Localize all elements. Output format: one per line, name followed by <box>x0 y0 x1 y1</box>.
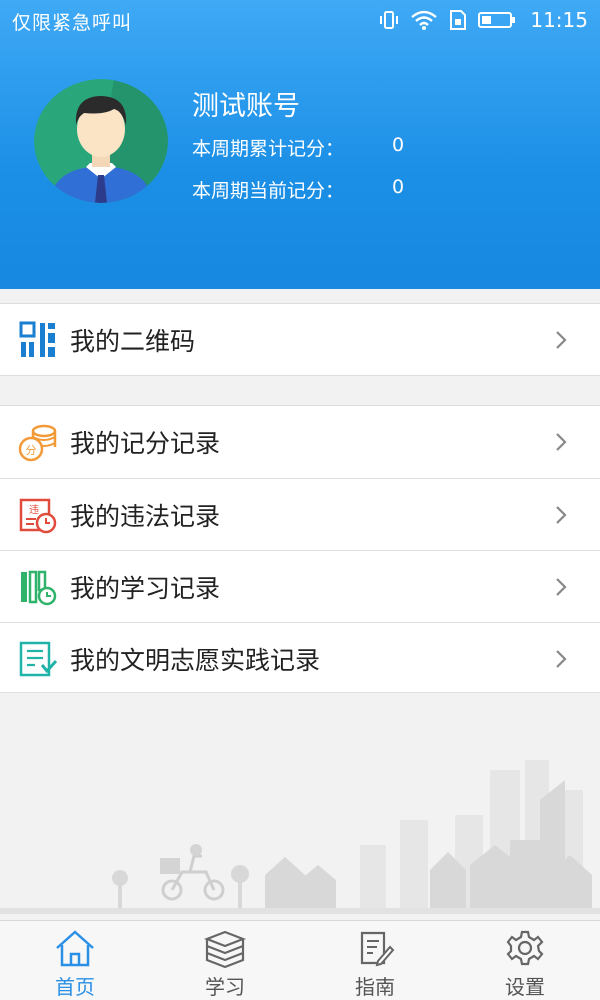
menu-item-violation-record[interactable]: 违 我的违法记录 <box>0 478 600 550</box>
gear-icon <box>506 930 544 966</box>
menu-item-label: 我的违法记录 <box>70 501 221 531</box>
status-time: 11:15 <box>530 8 588 32</box>
chevron-right-icon <box>556 331 567 349</box>
tab-settings[interactable]: 设置 <box>450 921 600 1000</box>
status-bar: 仅限紧急呼叫 11:15 <box>0 0 600 40</box>
menu-item-label: 我的学习记录 <box>70 573 221 603</box>
tab-label: 指南 <box>355 975 395 999</box>
status-icons: 11:15 <box>378 6 588 34</box>
cumulative-score-value: 0 <box>392 134 405 156</box>
menu-group-qrcode: 我的二维码 <box>0 303 600 376</box>
profile-name: 测试账号 <box>192 91 300 122</box>
menu-item-score-record[interactable]: 分 我的记分记录 <box>0 406 600 478</box>
book-clock-icon <box>21 570 57 605</box>
coins-icon: 分 <box>18 424 57 462</box>
menu-item-volunteer-record[interactable]: 我的文明志愿实践记录 <box>0 622 600 694</box>
tab-label: 首页 <box>55 975 95 999</box>
cumulative-score-label: 本周期累计记分： <box>192 138 345 160</box>
menu-item-label: 我的文明志愿实践记录 <box>70 645 321 675</box>
current-score-value: 0 <box>392 176 405 198</box>
tab-study[interactable]: 学习 <box>150 921 300 1000</box>
home-icon <box>56 930 94 967</box>
qrcode-icon <box>19 321 55 357</box>
chevron-right-icon <box>556 577 567 596</box>
guide-icon <box>360 931 395 967</box>
status-carrier-text: 仅限紧急呼叫 <box>12 12 133 34</box>
wifi-icon <box>411 10 438 30</box>
menu-item-qrcode[interactable]: 我的二维码 <box>0 304 600 376</box>
menu-item-label: 我的记分记录 <box>70 429 221 458</box>
chevron-right-icon <box>556 505 567 524</box>
svg-text:违: 违 <box>29 504 39 516</box>
menu-item-label: 我的二维码 <box>70 327 196 356</box>
books-icon <box>203 930 247 969</box>
personal-center-screen: 仅限紧急呼叫 11:15 测试账号 本周期累计记分： 0 本周期当前记分： 0 … <box>0 0 600 1000</box>
vibrate-icon <box>380 11 399 29</box>
battery-icon <box>478 12 516 28</box>
tab-label: 学习 <box>205 975 245 999</box>
city-skyline-illustration <box>0 760 600 914</box>
current-score-row: 本周期当前记分： 0 <box>192 176 404 203</box>
menu-item-study-record[interactable]: 我的学习记录 <box>0 550 600 622</box>
violation-clock-icon: 违 <box>19 498 57 533</box>
tab-guide[interactable]: 指南 <box>300 921 450 1000</box>
sim-icon <box>450 10 467 30</box>
cumulative-score-row: 本周期累计记分： 0 <box>192 134 404 161</box>
profile-header: 仅限紧急呼叫 11:15 测试账号 本周期累计记分： 0 本周期当前记分： 0 <box>0 0 600 289</box>
checklist-icon <box>19 641 58 676</box>
tab-home[interactable]: 首页 <box>0 921 150 1000</box>
svg-text:分: 分 <box>26 444 37 457</box>
menu-group-records: 分 我的记分记录 违 我的违法记录 我的学习记录 我的文明志愿实践记录 <box>0 405 600 693</box>
tab-label: 设置 <box>505 975 545 999</box>
current-score-label: 本周期当前记分： <box>192 180 345 202</box>
chevron-right-icon <box>556 433 567 451</box>
avatar[interactable] <box>34 79 168 203</box>
chevron-right-icon <box>556 649 567 668</box>
bottom-tab-bar: 首页 学习 指南 设置 <box>0 920 600 1000</box>
